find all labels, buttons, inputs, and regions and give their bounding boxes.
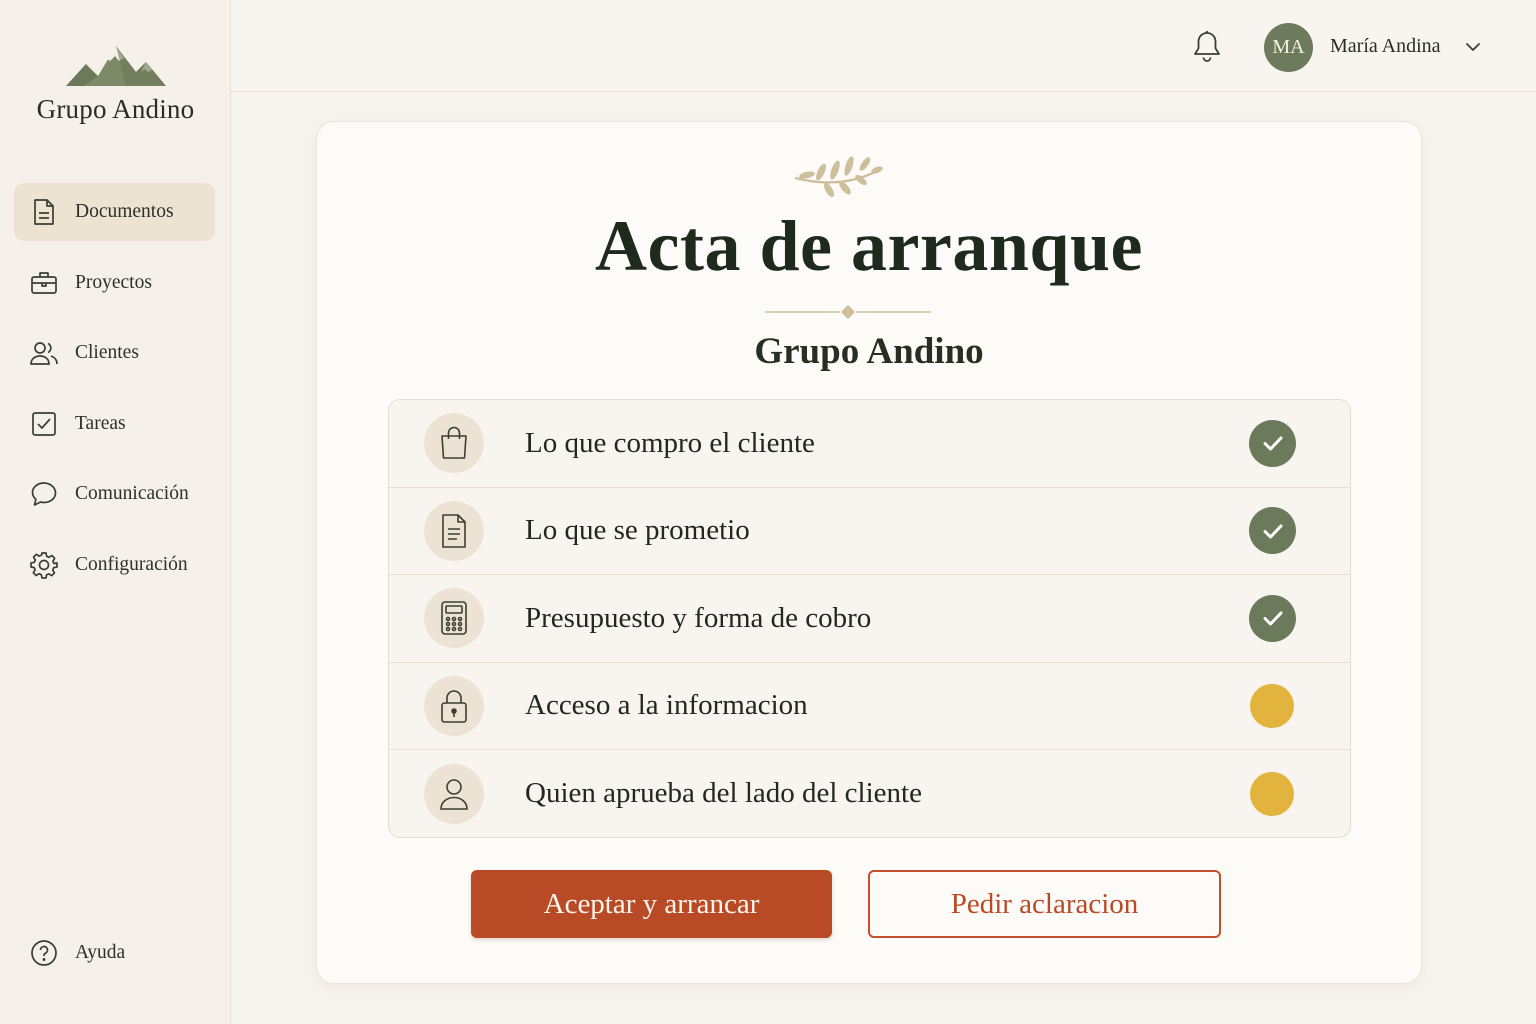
sidebar-item-documentos[interactable]: Documentos [14,183,215,241]
page-title: Acta de arranque [595,206,1143,286]
checklist-item[interactable]: Quien aprueba del lado del cliente [389,750,1350,837]
accept-button[interactable]: Aceptar y arrancar [471,870,832,938]
sidebar-item-label: Comunicación [75,483,189,504]
sidebar-item-label: Documentos [75,201,174,222]
gear-icon [29,550,59,580]
page-subtitle: Grupo Andino [754,331,984,372]
checklist-item-label: Lo que compro el cliente [525,426,815,459]
pending-status-dot [1250,683,1294,728]
help-icon [29,938,59,968]
lock-icon [424,675,484,736]
check-icon [1249,507,1296,555]
shopping-bag-icon [424,413,484,474]
sidebar-item-label: Clientes [75,342,139,363]
avatar[interactable]: MA [1264,23,1313,72]
document-icon [29,197,59,227]
sidebar-item-label: Proyectos [75,271,152,293]
checklist-item-label: Lo que se prometio [525,514,750,547]
sidebar-item-label: Ayuda [75,942,126,963]
sidebar-item-clientes[interactable]: Clientes [14,324,215,382]
calculator-icon [424,588,484,649]
brand-logo[interactable]: Grupo Andino [0,40,231,125]
checklist-item-label: Acceso a la informacion [525,689,808,722]
sprig-ornament-icon [789,148,885,209]
user-name[interactable]: María Andina [1330,35,1441,58]
checklist-item[interactable]: Acceso a la informacion [389,663,1350,750]
chat-icon [29,479,59,509]
sidebar-item-label: Tareas [75,412,126,434]
checklist-item-label: Presupuesto y forma de cobro [525,601,872,634]
mountains-icon [65,46,166,86]
request-clarification-button[interactable]: Pedir aclaracion [868,870,1221,938]
diamond-divider-icon [765,304,931,325]
checklist-item[interactable]: Lo que compro el cliente [389,400,1350,488]
briefcase-icon [29,268,59,298]
bell-icon[interactable] [1191,30,1223,64]
sidebar-item-tareas[interactable]: Tareas [14,395,215,453]
checkbox-icon [29,409,59,439]
user-icon [424,763,484,824]
sidebar-nav: Documentos Proyectos Clientes Tareas Com… [14,183,215,606]
sidebar-item-label: Configuración [75,553,188,575]
checklist-item[interactable]: Lo que se prometio [389,488,1350,575]
checklist-item[interactable]: Presupuesto y forma de cobro [389,575,1350,663]
sidebar-item-comunicacion[interactable]: Comunicación [14,465,215,523]
check-icon [1249,594,1296,642]
sidebar: Grupo Andino Documentos Proyectos Client… [0,0,231,1024]
sidebar-item-configuracion[interactable]: Configuración [14,536,215,594]
users-icon [29,338,59,368]
checklist-item-label: Quien aprueba del lado del cliente [525,777,922,810]
checklist: Lo que compro el cliente Lo que se prome… [388,399,1351,838]
document-icon [424,500,484,561]
pending-status-dot [1250,771,1294,816]
document-card: Acta de arranque Grupo Andino Lo que com… [316,121,1422,984]
chevron-down-icon[interactable] [1464,38,1482,56]
sidebar-item-proyectos[interactable]: Proyectos [14,254,215,312]
sidebar-item-ayuda[interactable]: Ayuda [14,924,215,982]
top-bar: MA María Andina [231,0,1536,92]
check-icon [1249,419,1296,467]
brand-name: Grupo Andino [36,94,195,124]
help-section: Ayuda [14,924,215,995]
